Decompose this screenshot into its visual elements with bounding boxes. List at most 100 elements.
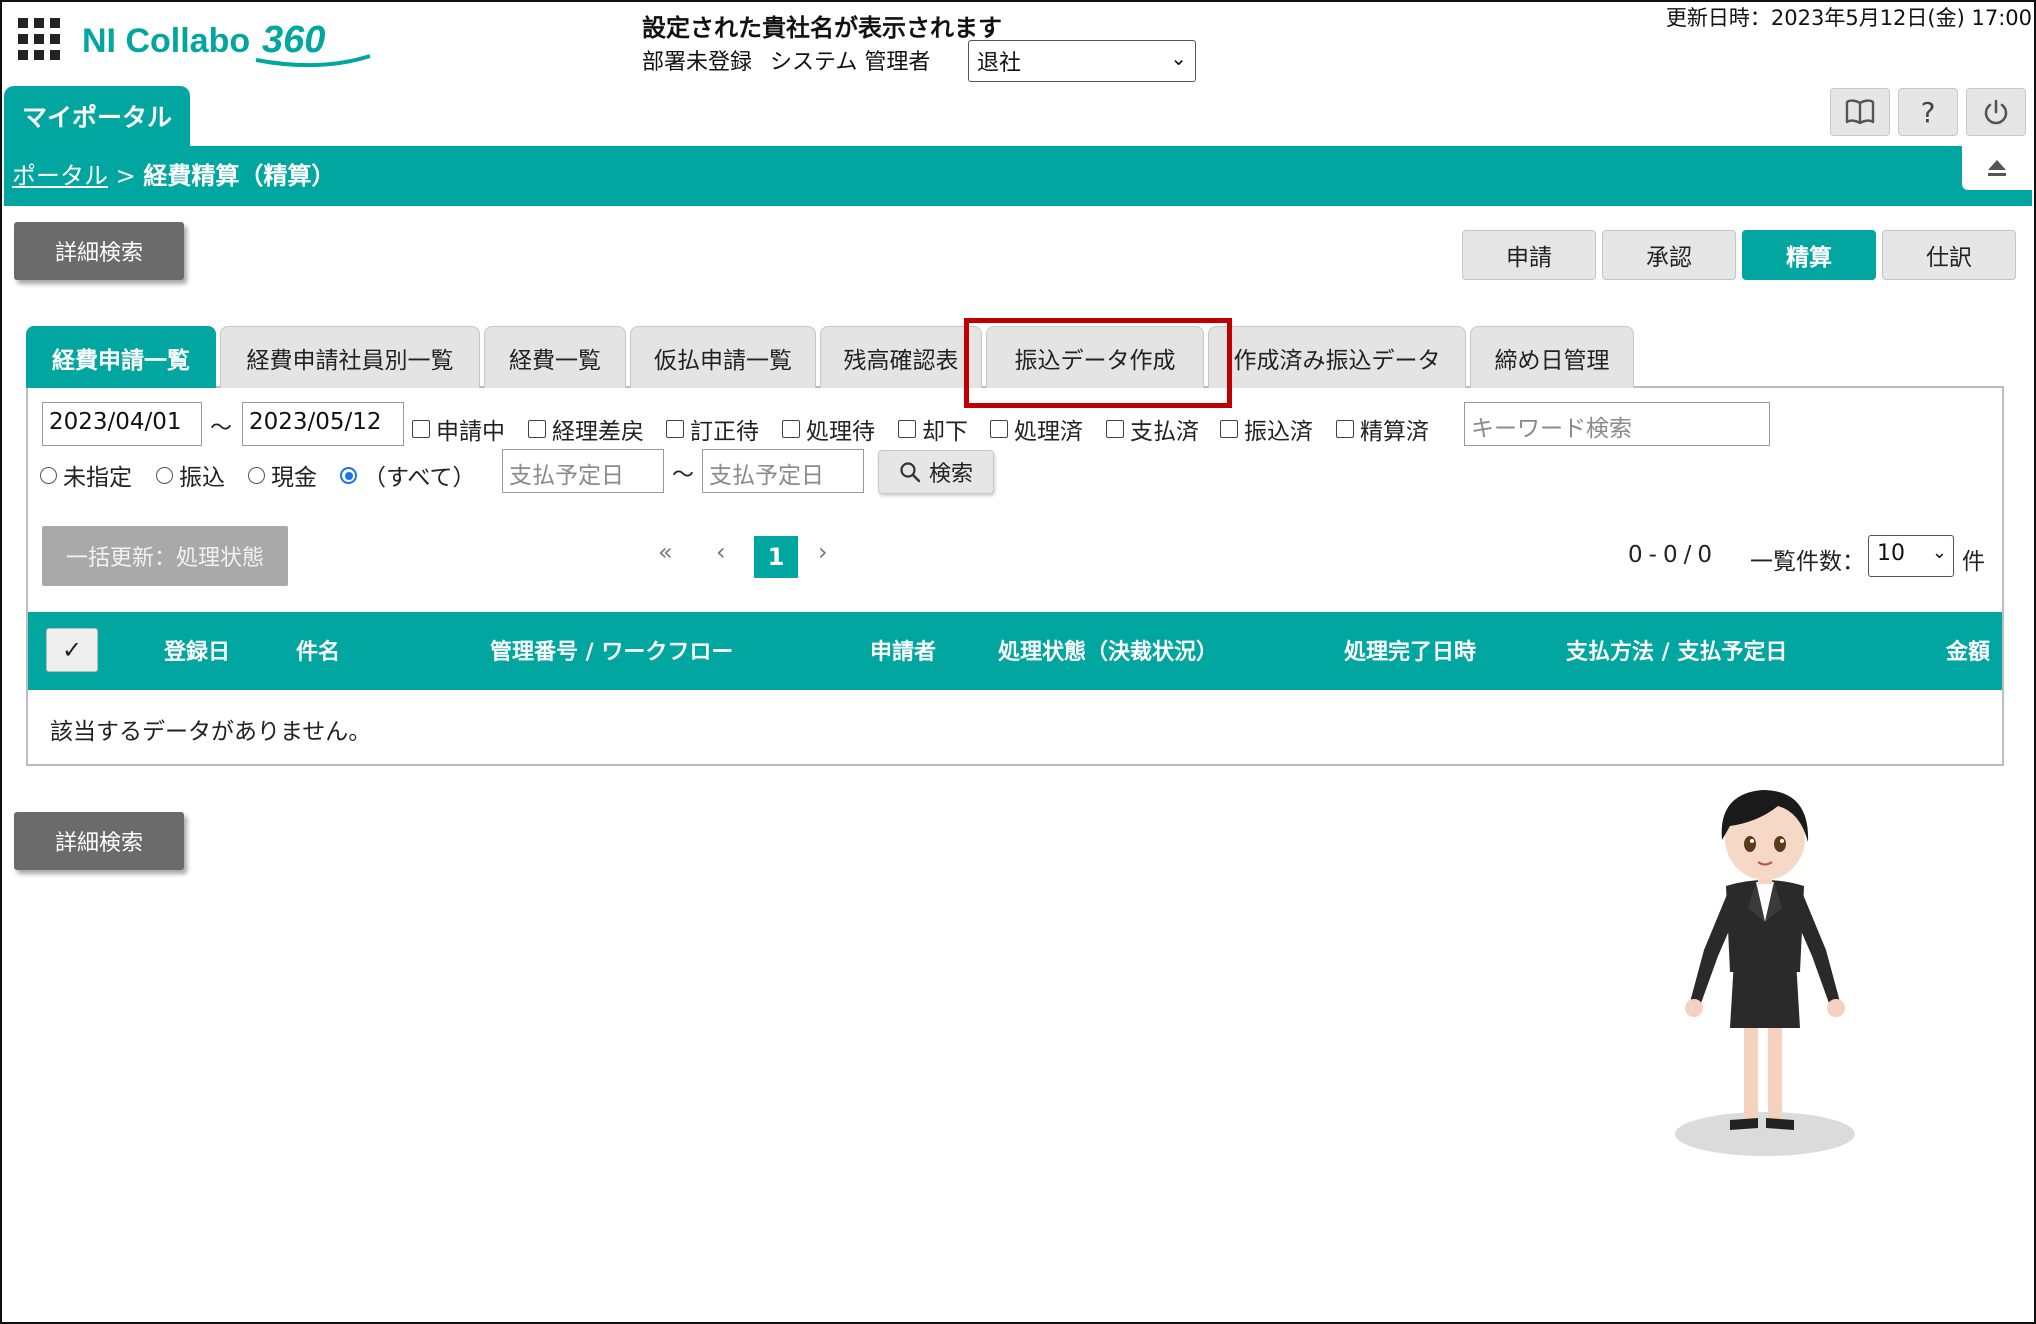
nicollabo-logo[interactable]: NI Collabo 360 (80, 14, 380, 70)
column-header-workflow[interactable]: 管理番号 / ワークフロー (490, 634, 733, 666)
pay-date-from-input[interactable]: 支払予定日 (502, 449, 664, 493)
pay-date-to-input[interactable]: 支払予定日 (702, 449, 864, 493)
count-end: 0 (1662, 542, 1678, 568)
checkbox-label: 振込済 (1244, 419, 1313, 445)
breadcrumb-link-portal[interactable]: ポータル (12, 162, 108, 190)
checkbox-status-applying[interactable]: 申請中 (412, 412, 505, 446)
assistant-character-illustration (1675, 790, 1855, 1156)
checkbox-label: 精算済 (1360, 419, 1429, 445)
logout-button[interactable] (1966, 88, 2026, 136)
column-header-amount[interactable]: 金額 (1946, 634, 1990, 666)
mode-journal-button[interactable]: 仕訳 (1882, 230, 2016, 280)
keyword-search-input[interactable]: キーワード検索 (1464, 402, 1770, 446)
prev-page-icon[interactable]: ‹ (716, 538, 726, 566)
tab-advance-payment-list[interactable]: 仮払申請一覧 (630, 326, 816, 388)
updated-timestamp: 更新日時：2023年5月12日(金) 17:00 (1665, 6, 2032, 30)
checkbox-status-processed[interactable]: 処理済 (990, 412, 1083, 446)
detail-search-button-bottom[interactable]: 詳細検索 (14, 812, 184, 870)
tab-my-portal[interactable]: マイポータル (4, 86, 190, 146)
column-header-applicant[interactable]: 申請者 (870, 634, 936, 666)
tab-expense-list[interactable]: 経費一覧 (484, 326, 626, 388)
detail-search-button[interactable]: 詳細検索 (14, 222, 184, 280)
tab-created-transfer-data[interactable]: 作成済み振込データ (1208, 326, 1466, 388)
empty-message: 該当するデータがありません。 (50, 719, 372, 745)
manual-button[interactable] (1830, 88, 1890, 136)
checkbox-box (898, 420, 916, 438)
tab-balance-sheet[interactable]: 残高確認表 (820, 326, 982, 388)
checkbox-box (782, 420, 800, 438)
per-page-unit: 件 (1962, 549, 1985, 575)
chevron-down-icon: ⌄ (1931, 542, 1947, 563)
first-page-icon[interactable]: « (658, 538, 673, 566)
column-header-status[interactable]: 処理状態（決裁状況） (998, 634, 1218, 666)
checkbox-box (990, 420, 1008, 438)
column-header-subject[interactable]: 件名 (296, 634, 340, 666)
search-button-label: 検索 (928, 462, 973, 487)
tab-expense-application-list[interactable]: 経費申請一覧 (26, 326, 216, 388)
checkbox-status-correction-waiting[interactable]: 訂正待 (666, 412, 759, 446)
tab-closing-date[interactable]: 締め日管理 (1470, 326, 1634, 388)
checkbox-status-transferred[interactable]: 振込済 (1220, 412, 1313, 446)
count-total: 0 (1697, 542, 1712, 568)
collapse-header-button[interactable] (1962, 146, 2032, 190)
status-select[interactable]: 退社 ⌄ (968, 40, 1196, 82)
per-page-value: 10 (1877, 541, 1905, 566)
search-icon (900, 462, 921, 483)
company-name: 設定された貴社名が表示されます (642, 14, 1002, 42)
record-count: 0-0/0 (1628, 542, 1712, 568)
help-icon: ? (1920, 95, 1936, 129)
radio-label: 振込 (179, 465, 225, 491)
checkbox-label: 支払済 (1130, 419, 1199, 445)
checkbox-label: 経理差戻 (552, 419, 644, 445)
user-name: システム 管理者 (770, 50, 931, 75)
breadcrumb-current: 経費精算（精算） (143, 162, 336, 190)
logo-number: 360 (262, 19, 325, 61)
radio-circle (156, 466, 173, 484)
breadcrumb: ポータル > 経費精算（精算） (12, 156, 335, 191)
radio-payment-all[interactable]: （すべて） (340, 458, 475, 492)
checkbox-label: 却下 (922, 419, 968, 445)
mode-approve-button[interactable]: 承認 (1602, 230, 1736, 280)
checkbox-box (1336, 420, 1354, 438)
checkbox-status-paid[interactable]: 支払済 (1106, 412, 1199, 446)
table-header: ✓ 登録日 件名 管理番号 / ワークフロー 申請者 処理状態（決裁状況） 処理… (28, 612, 2002, 690)
current-page[interactable]: 1 (754, 536, 798, 578)
radio-label: （すべて） (363, 465, 476, 491)
checkbox-label: 申請中 (436, 419, 505, 445)
book-icon (1845, 99, 1875, 125)
next-page-icon[interactable]: › (818, 538, 828, 566)
mode-apply-button[interactable]: 申請 (1462, 230, 1596, 280)
search-button[interactable]: 検索 (878, 450, 994, 494)
highlight-box (964, 318, 1232, 408)
date-from-input[interactable]: 2023/04/01 (42, 402, 202, 446)
checkbox-status-processing-waiting[interactable]: 処理待 (782, 412, 875, 446)
radio-label: 現金 (271, 465, 317, 491)
radio-circle-selected (340, 466, 357, 484)
per-page-select[interactable]: 10 ⌄ (1868, 535, 1954, 577)
check-icon: ✓ (61, 636, 83, 664)
mode-settle-button[interactable]: 精算 (1742, 230, 1876, 280)
checkbox-label: 処理待 (806, 419, 875, 445)
radio-circle (40, 466, 57, 484)
checkbox-status-returned[interactable]: 経理差戻 (528, 412, 644, 446)
pay-date-tilde: ～ (672, 463, 695, 488)
radio-payment-transfer[interactable]: 振込 (156, 458, 225, 492)
date-to-input[interactable]: 2023/05/12 (242, 402, 404, 446)
radio-payment-unspecified[interactable]: 未指定 (40, 458, 132, 492)
app-menu-grid-icon[interactable] (18, 18, 62, 62)
column-header-completed-at[interactable]: 処理完了日時 (1344, 634, 1476, 666)
checkbox-box (1220, 420, 1238, 438)
column-header-registered-date[interactable]: 登録日 (164, 634, 230, 666)
power-icon (1984, 99, 2008, 125)
collapse-icon (1988, 160, 2006, 176)
checkbox-status-rejected[interactable]: 却下 (898, 412, 968, 446)
bulk-update-button[interactable]: 一括更新：処理状態 (42, 526, 288, 586)
chevron-down-icon: ⌄ (1170, 46, 1187, 70)
tab-expense-by-employee[interactable]: 経費申請社員別一覧 (220, 326, 480, 388)
radio-payment-cash[interactable]: 現金 (248, 458, 317, 492)
checkbox-status-settled[interactable]: 精算済 (1336, 412, 1429, 446)
column-header-payment[interactable]: 支払方法 / 支払予定日 (1566, 634, 1787, 666)
select-all-checkbox[interactable]: ✓ (46, 628, 98, 672)
date-range-tilde: ～ (210, 416, 233, 441)
help-button[interactable]: ? (1898, 88, 1958, 136)
